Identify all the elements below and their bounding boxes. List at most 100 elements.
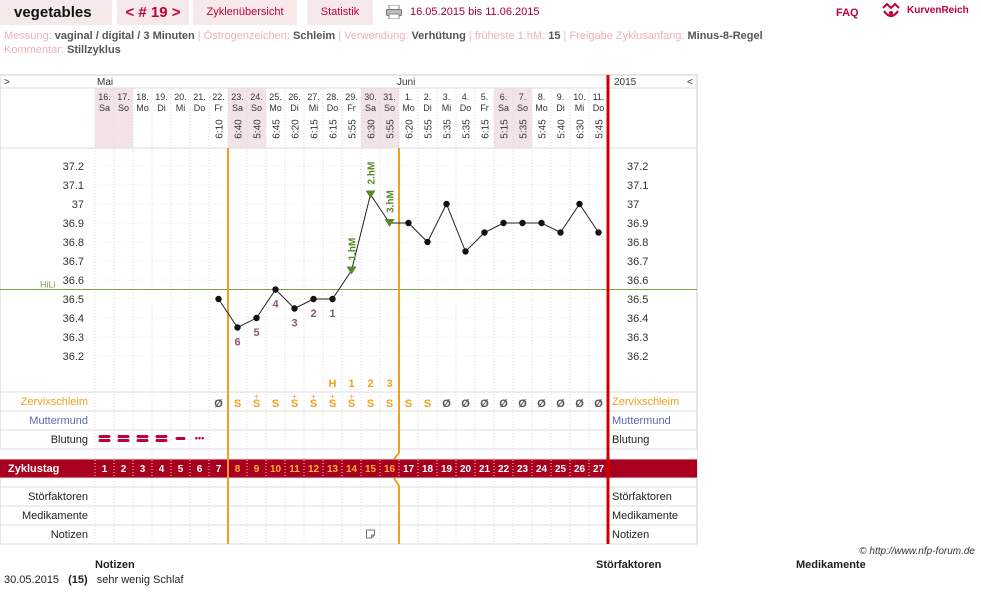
temperature-point <box>215 295 222 303</box>
day-date-label: 11. <box>593 92 605 102</box>
y-tick-label: 36.4 <box>63 313 84 325</box>
y-tick-label-right: 36.2 <box>627 351 648 363</box>
zervix-value: S <box>234 398 241 410</box>
zervix-value: S <box>386 398 393 410</box>
peak-label: H <box>329 378 337 390</box>
day-weekday-label: Mo <box>269 103 282 113</box>
cycle-day-number: 9 <box>254 464 260 475</box>
y-tick-label-right: 36.7 <box>627 256 648 268</box>
cycle-day-number: 1 <box>102 464 108 475</box>
zervix-value: Ø <box>461 398 470 410</box>
day-weekday-label: Fr <box>347 103 356 113</box>
day-weekday-label: So <box>251 103 262 113</box>
y-tick-label: 36.2 <box>63 351 84 363</box>
bleeding-mark <box>98 435 111 438</box>
measure-time-label: 6:40 <box>234 119 245 139</box>
day-date-label: 8. <box>538 92 546 102</box>
day-date-label: 23. <box>231 92 244 102</box>
day-date-label: 27. <box>307 92 320 102</box>
measure-time-label: 6:45 <box>272 119 283 139</box>
low-measure-label: 1 <box>329 308 335 320</box>
cycle-day-number: 12 <box>308 464 320 475</box>
measure-time-label: 5:35 <box>443 119 454 139</box>
y-tick-label: 36.7 <box>63 256 84 268</box>
low-measure-label: 4 <box>272 299 279 311</box>
day-weekday-label: So <box>118 103 129 113</box>
temperature-point <box>500 219 507 227</box>
measure-time-label: 6:10 <box>215 119 226 139</box>
day-date-label: 17. <box>117 92 130 102</box>
row-label-blutung: Blutung <box>51 434 88 446</box>
day-date-label: 16. <box>98 92 111 102</box>
cycle-day-number: 21 <box>479 464 491 475</box>
zervix-value: Ø <box>556 398 565 410</box>
cycle-day-number: 16 <box>384 464 396 475</box>
row-label-medi: Medikamente <box>22 510 88 522</box>
measure-time-label: 5:35 <box>519 119 530 139</box>
peak-label: 3 <box>386 378 392 390</box>
note-cycle-day: (15) <box>68 574 88 586</box>
y-tick-label-right: 36.8 <box>627 237 648 249</box>
y-tick-label: 36.3 <box>63 332 84 344</box>
note-date: 30.05.2015 <box>4 574 60 586</box>
day-weekday-label: Sa <box>99 103 110 113</box>
temperature-point <box>272 286 279 293</box>
day-date-label: 22. <box>212 92 225 102</box>
note-icon <box>366 529 375 539</box>
row-label-right-muttermund: Muttermund <box>612 415 671 427</box>
row-label-stoer: Störfaktoren <box>28 491 88 503</box>
day-weekday-label: Mi <box>176 103 186 113</box>
y-tick-label-right: 36.5 <box>627 294 648 306</box>
day-date-label: 21. <box>193 92 206 102</box>
zervix-value: Ø <box>575 398 584 410</box>
measure-time-label: 5:55 <box>386 119 397 139</box>
measure-time-label: 6:30 <box>576 119 587 139</box>
month-label-june: Juni <box>397 77 415 88</box>
y-tick-label: 36.6 <box>63 275 84 287</box>
day-weekday-label: Mi <box>442 103 452 113</box>
day-weekday-label: Do <box>460 103 472 113</box>
cycle-day-number: 26 <box>574 464 586 475</box>
day-weekday-label: Sa <box>365 103 376 113</box>
y-tick-label: 36.5 <box>63 294 84 306</box>
y-tick-label-right: 37.1 <box>627 180 648 192</box>
zervix-value: Ø <box>214 398 223 410</box>
zervix-plus-mark: + <box>254 392 259 401</box>
zervix-value: S <box>424 398 431 410</box>
row-label-right-zervix: Zervixschleim <box>612 396 679 408</box>
temperature-point <box>576 200 583 208</box>
zervix-value: Ø <box>518 398 527 410</box>
zervix-value: S <box>272 398 279 410</box>
day-date-label: 29. <box>345 92 358 102</box>
bleeding-mark <box>175 437 186 440</box>
zervix-value: Ø <box>499 398 508 410</box>
month-label-may: Mai <box>97 77 113 88</box>
high-measure-label: 2.hM <box>367 162 378 185</box>
day-weekday-label: Di <box>157 103 166 113</box>
zervix-value: Ø <box>594 398 603 410</box>
y-tick-label-right: 36.6 <box>627 275 648 287</box>
copyright: © http://www.nfp-forum.de <box>859 546 975 557</box>
row-label-right-stoer: Störfaktoren <box>612 491 672 503</box>
measure-time-label: 6:20 <box>405 119 416 139</box>
y-tick-label-right: 36.4 <box>627 313 648 325</box>
bleeding-mark <box>136 435 149 438</box>
bleeding-mark <box>155 439 168 442</box>
cycle-day-number: 20 <box>460 464 472 475</box>
row-label-zervix: Zervixschleim <box>21 396 88 408</box>
cycle-day-number: 8 <box>235 464 241 475</box>
temperature-point <box>595 229 602 236</box>
y-tick-label-right: 37 <box>627 199 639 211</box>
temperature-point <box>291 305 298 312</box>
row-label-right-notizen: Notizen <box>612 529 649 541</box>
day-date-label: 26. <box>288 92 301 102</box>
note-row: 30.05.2015 (15) sehr wenig Schlaf <box>4 574 184 586</box>
measure-time-label: 5:45 <box>538 119 549 139</box>
low-measure-label: 5 <box>253 327 259 339</box>
cycle-day-number: 11 <box>289 464 300 475</box>
row-label-right-medi: Medikamente <box>612 510 678 522</box>
cycle-day-number: 3 <box>140 464 146 475</box>
high-measure-label: 3.hM <box>386 190 397 213</box>
day-date-label: 25. <box>269 92 282 102</box>
measure-time-label: 5:40 <box>557 119 568 139</box>
